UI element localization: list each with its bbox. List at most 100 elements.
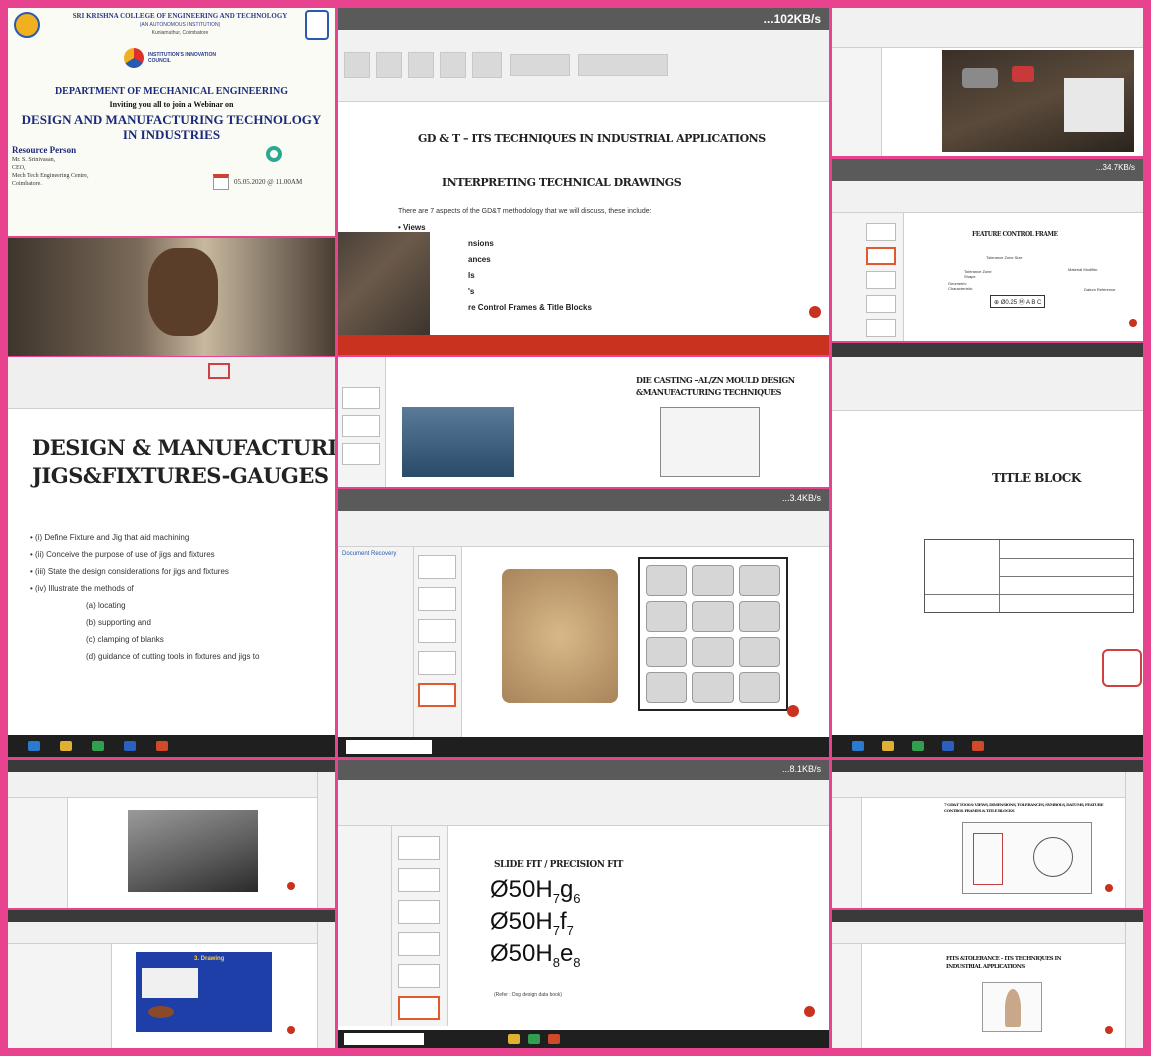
start-icon[interactable] xyxy=(28,741,40,751)
powerpoint-icon[interactable] xyxy=(548,1034,560,1044)
folder-icon[interactable] xyxy=(60,741,72,751)
fcf-presentation-tile: ...34.7KB/s FEATURE CONTROL FRAME Tolera… xyxy=(832,159,1143,341)
college-autonomous: (AN AUTONOMOUS INSTITUTION) xyxy=(139,22,221,28)
browser-icon[interactable] xyxy=(528,1034,540,1044)
windows-taskbar xyxy=(338,737,829,757)
jigs-title-1: DESIGN & MANUFACTURING TEC xyxy=(32,435,335,460)
gdt-presentation-tile: ...102KB/s GD & T – ITS TECHNIQUES IN IN… xyxy=(338,8,829,355)
phone-status-bar: ...3.4KB/s xyxy=(338,489,829,511)
webex-logo xyxy=(266,146,282,162)
casting-image xyxy=(738,600,780,632)
taskbar-search[interactable] xyxy=(346,740,432,754)
diecast-title-1: DIE CASTING –AL/ZN MOULD DESIGN xyxy=(636,375,795,385)
laser-pointer-dot xyxy=(787,705,799,717)
jigs-title-2: JIGS&FIXTURES-GAUGES xyxy=(32,463,329,488)
powerpoint-icon[interactable] xyxy=(972,741,984,751)
casting-image xyxy=(738,636,780,668)
gdt-tools-title: 7 GD&T TOOLS: VIEWS, DIMENSIONS, TOLERAN… xyxy=(944,802,1104,813)
fcf-label: Datum Reference xyxy=(1084,287,1116,292)
start-icon[interactable] xyxy=(852,741,864,751)
machine-photo xyxy=(128,810,258,892)
title-block-heading: TITLE BLOCK xyxy=(992,471,1081,485)
fit-slide-title: SLIDE FIT / PRECISION FIT xyxy=(494,860,623,870)
network-speed: ...8.1KB/s xyxy=(781,764,821,774)
network-speed: ...3.4KB/s xyxy=(781,493,821,503)
fit-designation: Ø50H7f7 xyxy=(490,907,574,938)
tool-piece xyxy=(1064,78,1124,132)
gdt-slide-title: GD & T – ITS TECHNIQUES IN INDUSTRIAL AP… xyxy=(418,132,766,145)
video-off-icon[interactable] xyxy=(208,363,230,379)
jigs-item: • (i) Define Fixture and Jig that aid ma… xyxy=(30,533,190,542)
invite-line: Inviting you all to join a Webinar on xyxy=(109,100,234,109)
casting-image xyxy=(646,672,688,703)
resource-heading: Resource Person xyxy=(12,145,77,155)
gdt-tools-drawing xyxy=(962,822,1092,894)
folder-icon[interactable] xyxy=(508,1034,520,1044)
folder-icon[interactable] xyxy=(882,741,894,751)
person-name: Mr. S. Srinivasan, xyxy=(12,157,56,163)
jigs-subitem: (d) guidance of cutting tools in fixture… xyxy=(86,652,260,661)
iic-logo xyxy=(124,48,144,68)
webinar-poster-tile: SRI KRISHNA COLLEGE OF ENGINEERING AND T… xyxy=(8,8,335,236)
fits-tolerance-tile: FITS &TOLERANCE – ITS TECHNIQUES IN INDU… xyxy=(832,910,1143,1048)
jigs-subitem: (c) clamping of blanks xyxy=(86,635,164,644)
fcf-label: Geometric Characteristic xyxy=(948,281,973,291)
windows-taskbar xyxy=(832,735,1143,757)
jigs-subitem: (b) supporting and xyxy=(86,618,151,627)
powerpoint-icon[interactable] xyxy=(156,741,168,751)
tolerance-curve-diagram xyxy=(982,982,1042,1032)
iic-badge-text: INSTITUTION'S INNOVATION COUNCIL xyxy=(148,52,216,64)
person-role: CEO, xyxy=(12,165,26,171)
network-speed: ...34.7KB/s xyxy=(1095,163,1135,172)
gdt-slide: GD & T – ITS TECHNIQUES IN INDUSTRIAL AP… xyxy=(378,102,829,335)
casting-image xyxy=(646,565,688,596)
app-icon[interactable] xyxy=(124,741,136,751)
webinar-title-1: DESIGN AND MANUFACTURING TECHNOLOGY xyxy=(21,112,322,127)
diecast-machine-photo xyxy=(402,407,514,477)
laser-pointer-dot xyxy=(1105,884,1113,892)
laser-pointer-dot xyxy=(287,1026,295,1034)
department-title: DEPARTMENT OF MECHANICAL ENGINEERING xyxy=(54,86,289,97)
college-name: SRI KRISHNA COLLEGE OF ENGINEERING AND T… xyxy=(72,12,288,20)
fit-list: Ø50H7g6 Ø50H7f7 Ø50H8e8 xyxy=(490,878,581,973)
person-org: Mech Tech Engineering Centre, xyxy=(12,173,89,179)
network-speed: ...102KB/s xyxy=(763,12,821,26)
fcf-label: Tolerance Zone Shape xyxy=(964,269,992,279)
machine-photo-tile xyxy=(8,760,335,908)
browser-icon[interactable] xyxy=(912,741,924,751)
fits-tolerance-title-1: FITS &TOLERANCE – ITS TECHNIQUES IN xyxy=(946,956,1062,962)
gdt-slide-subtitle: INTERPRETING TECHNICAL DRAWINGS xyxy=(442,176,682,189)
casting-image xyxy=(738,672,780,703)
university-emblem xyxy=(305,10,329,40)
diecast-title-2: &MANUFACTURING TECHNIQUES xyxy=(636,387,781,397)
app-icon[interactable] xyxy=(942,741,954,751)
title-block-zoom-outline xyxy=(1102,649,1142,687)
fits-tolerance-title-2: INDUSTRIAL APPLICATIONS xyxy=(946,964,1025,970)
casting-image xyxy=(646,600,688,632)
drawing-slide: 3. Drawing xyxy=(136,952,272,1032)
ppt-status-bar xyxy=(338,335,829,355)
laser-pointer-dot xyxy=(1129,319,1137,327)
mould-diagram xyxy=(660,407,760,477)
jigs-presentation-tile: DESIGN & MANUFACTURING TEC JIGS&FIXTURES… xyxy=(8,357,335,757)
fit-designation: Ø50H7g6 xyxy=(490,876,581,906)
presenter-face xyxy=(148,248,218,336)
presenter-video-inset xyxy=(338,232,430,336)
fit-note: (Refer : Dsg design data book) xyxy=(494,992,563,998)
date-time: 05.05.2020 @ 11.00AM xyxy=(234,178,303,186)
taskbar-search[interactable] xyxy=(344,1033,424,1045)
fit-designation: Ø50H8e8 xyxy=(490,939,581,970)
laser-pointer-dot xyxy=(809,306,821,318)
windows-taskbar xyxy=(338,1030,829,1048)
ppt-ribbon xyxy=(338,30,829,102)
castings-photo xyxy=(502,569,618,703)
browser-icon[interactable] xyxy=(92,741,104,751)
casting-image xyxy=(692,672,734,703)
fit-presentation-tile: ...8.1KB/s SLIDE FIT / PRECISION FIT Ø50… xyxy=(338,760,829,1048)
fcf-title: FEATURE CONTROL FRAME xyxy=(972,231,1058,238)
college-logo xyxy=(14,12,40,38)
castings-presentation-tile: ...3.4KB/s Document Recovery xyxy=(338,489,829,757)
tool-piece xyxy=(962,68,998,88)
jigs-item: • (iv) Illustrate the methods of xyxy=(30,584,134,593)
casting-image xyxy=(738,565,780,596)
